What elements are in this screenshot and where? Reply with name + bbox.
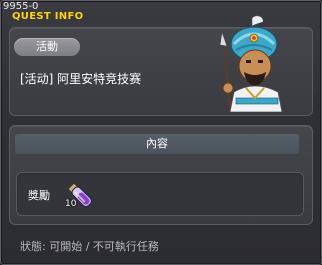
quest-type-badge: 活動 xyxy=(14,38,80,56)
reward-box xyxy=(16,172,304,216)
npc-portrait-icon xyxy=(219,15,283,112)
quest-name: [活动] 阿里安特竞技赛 xyxy=(20,72,142,86)
window-title: QUEST INFO xyxy=(12,11,84,22)
content-section-header: 內容 xyxy=(15,134,299,154)
reward-item-count: 10 xyxy=(65,199,77,209)
quest-status: 狀態: 可開始 / 不可執行任務 xyxy=(20,240,159,253)
reward-label: 獎勵 xyxy=(28,189,50,202)
